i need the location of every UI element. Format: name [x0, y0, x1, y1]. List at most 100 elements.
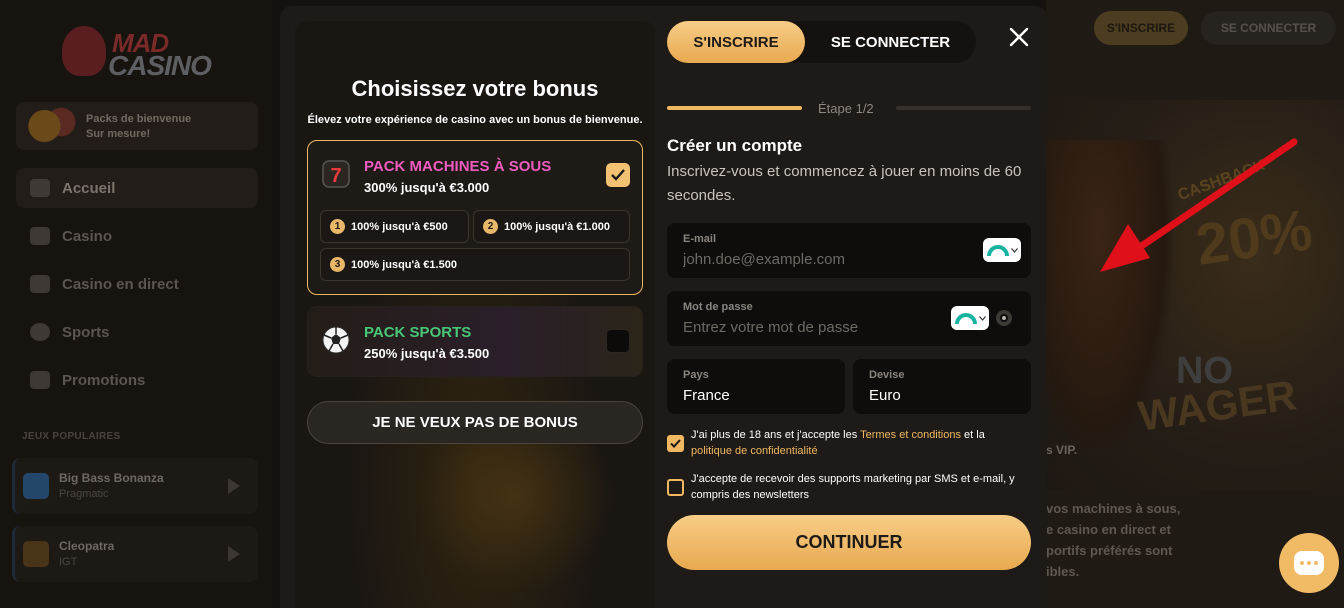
sidebar-item-label: Casino: [62, 227, 113, 245]
sidebar: MAD CASINO Packs de bienvenue Sur mesure…: [0, 0, 272, 608]
tier-label: 100% jusqu'à €1.000: [504, 220, 610, 233]
play-icon[interactable]: [228, 546, 240, 562]
slot-777-icon: 7: [320, 159, 352, 191]
email-field[interactable]: E-mail: [667, 223, 1031, 278]
terms-checkbox[interactable]: [667, 435, 684, 452]
chevron-down-icon: [1010, 247, 1018, 253]
coins-icon: [22, 106, 78, 146]
welcome-packs-card[interactable]: Packs de bienvenue Sur mesure!: [16, 102, 258, 150]
pack-description: 250% jusqu'à €3.500: [364, 346, 490, 361]
pack-name: PACK SPORTS: [364, 324, 472, 341]
close-icon[interactable]: [1007, 25, 1031, 49]
check-icon: [670, 439, 681, 448]
sidebar-item-home[interactable]: Accueil: [16, 168, 258, 208]
country-value: France: [683, 387, 730, 404]
email-label: E-mail: [683, 233, 717, 245]
form-subtitle: Inscrivez-vous et commencez à jouer en m…: [667, 163, 1022, 204]
logo-mascot-icon: [62, 26, 106, 76]
promo-line-2: Sur mesure!: [86, 128, 151, 140]
currency-select[interactable]: Devise Euro: [853, 359, 1031, 414]
sidebar-item-label: Accueil: [62, 179, 116, 197]
promo-description: vos machines à sous, e casino en direct …: [1046, 498, 1180, 582]
step-indicator: Étape 1/2: [818, 101, 874, 116]
bonus-pack-slots[interactable]: 7 PACK MACHINES À SOUS 300% jusqu'à €3.0…: [307, 140, 643, 295]
terms-prefix: J'ai plus de 18 ans et j'accepte les: [691, 429, 861, 441]
form-title: Créer un compte: [667, 136, 803, 155]
promo-banner[interactable]: CASHBACK 20% NO WAGER: [1046, 100, 1344, 490]
auth-tabs: S'INSCRIRE SE CONNECTER: [667, 21, 976, 63]
country-label: Pays: [683, 369, 709, 381]
tier-label: 100% jusqu'à €1.500: [351, 258, 457, 271]
continue-button[interactable]: CONTINUER: [667, 515, 1031, 570]
password-input[interactable]: [683, 319, 963, 336]
gift-icon: [30, 371, 50, 389]
sidebar-item-label: Sports: [62, 323, 110, 341]
sidebar-item-promotions[interactable]: Promotions: [16, 360, 258, 400]
chat-button[interactable]: [1279, 533, 1339, 593]
sidebar-item-sports[interactable]: Sports: [16, 312, 258, 352]
play-icon[interactable]: [228, 478, 240, 494]
game-card[interactable]: Cleopatra IGT: [12, 526, 258, 582]
game-name: Cleopatra: [59, 539, 115, 553]
cards-icon: [30, 275, 50, 293]
no-bonus-button[interactable]: JE NE VEUX PAS DE BONUS: [307, 401, 643, 444]
pack-checkbox-unchecked[interactable]: [606, 329, 630, 353]
ball-icon: [30, 323, 50, 341]
tier-number: 2: [483, 219, 498, 234]
header-signup-button[interactable]: S'INSCRIRE: [1094, 11, 1188, 45]
currency-value: Euro: [869, 387, 901, 404]
desc-line: ibles.: [1046, 564, 1080, 579]
cashback-percent: 20%: [1192, 197, 1317, 278]
desc-line: portifs préférés sont: [1046, 543, 1173, 558]
slot-machine-icon: [30, 227, 50, 245]
autofill-password-icon[interactable]: [951, 306, 989, 330]
header-login-button[interactable]: SE CONNECTER: [1201, 11, 1336, 45]
desc-line: e casino en direct et: [1046, 522, 1171, 537]
bonus-tier: 3 100% jusqu'à €1.500: [320, 248, 630, 281]
game-name: Big Bass Bonanza: [59, 471, 164, 485]
sidebar-item-label: Promotions: [62, 371, 146, 389]
password-label: Mot de passe: [683, 301, 753, 313]
marketing-text: J'accepte de recevoir des supports marke…: [691, 473, 1015, 501]
game-provider: IGT: [59, 556, 78, 568]
password-field[interactable]: Mot de passe: [667, 291, 1031, 346]
tab-signup[interactable]: S'INSCRIRE: [667, 21, 805, 63]
autofill-mail-icon[interactable]: [983, 238, 1021, 262]
game-provider: Pragmatic: [59, 488, 109, 500]
pack-description: 300% jusqu'à €3.000: [364, 180, 490, 195]
terms-link[interactable]: Termes et conditions: [860, 429, 961, 441]
marketing-checkbox[interactable]: [667, 479, 684, 496]
privacy-link[interactable]: politique de confidentialité: [691, 445, 818, 457]
tier-label: 100% jusqu'à €500: [351, 220, 448, 233]
tier-number: 3: [330, 257, 345, 272]
soccer-ball-icon: [320, 325, 352, 357]
sidebar-item-casino[interactable]: Casino: [16, 216, 258, 256]
cashback-label: CASHBACK: [1175, 156, 1268, 205]
email-input[interactable]: [683, 251, 963, 268]
pack-checkbox-checked[interactable]: [606, 163, 630, 187]
tab-login[interactable]: SE CONNECTER: [805, 21, 976, 63]
site-logo[interactable]: MAD CASINO: [62, 24, 212, 84]
home-icon: [30, 179, 50, 197]
terms-mid: et la: [961, 429, 985, 441]
game-card[interactable]: Big Bass Bonanza Pragmatic: [12, 458, 258, 514]
terms-text: J'ai plus de 18 ans et j'accepte les Ter…: [691, 427, 1021, 459]
desc-line: vos machines à sous,: [1046, 501, 1181, 516]
chevron-down-icon: [978, 315, 986, 321]
bonus-tier: 1 100% jusqu'à €500: [320, 210, 469, 243]
sidebar-item-label: Casino en direct: [62, 275, 179, 293]
check-icon: [611, 169, 625, 181]
game-thumbnail: [23, 541, 49, 567]
sidebar-item-live-casino[interactable]: Casino en direct: [16, 264, 258, 304]
step-progress-remaining: [896, 106, 1031, 110]
country-select[interactable]: Pays France: [667, 359, 845, 414]
eye-icon[interactable]: [993, 310, 1015, 326]
bonus-pack-sports[interactable]: PACK SPORTS 250% jusqu'à €3.500: [307, 306, 643, 377]
tier-number: 1: [330, 219, 345, 234]
chat-icon: [1294, 551, 1324, 575]
bonus-tier: 2 100% jusqu'à €1.000: [473, 210, 630, 243]
promo-line-1: Packs de bienvenue: [86, 113, 192, 125]
svg-text:7: 7: [330, 165, 341, 187]
bonus-subtitle: Élevez votre expérience de casino avec u…: [307, 114, 643, 126]
game-thumbnail: [23, 473, 49, 499]
